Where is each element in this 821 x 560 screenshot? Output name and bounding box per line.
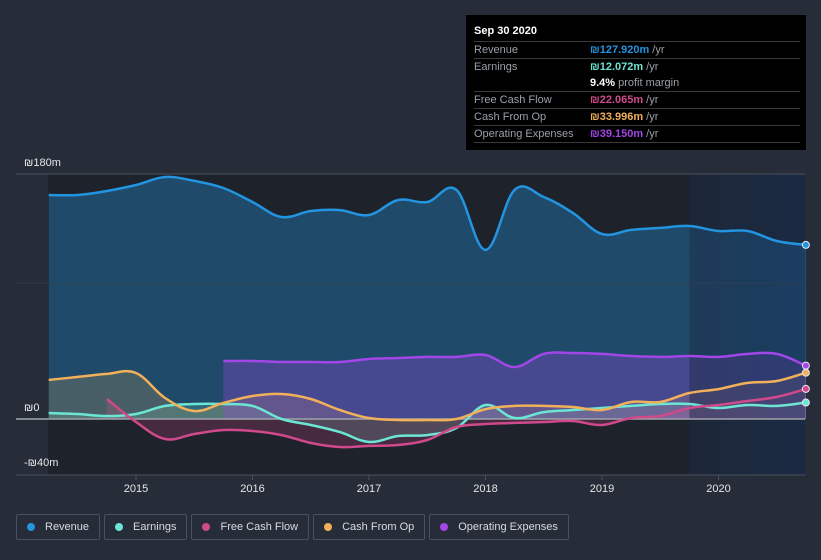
tooltip-row-earnings: Earnings ₪12.072m/yr	[474, 59, 800, 75]
legend-label: Revenue	[45, 521, 90, 533]
tooltip-label: Free Cash Flow	[474, 94, 552, 106]
legend: Revenue Earnings Free Cash Flow Cash Fro…	[16, 514, 569, 540]
endpoint-cash-from-op[interactable]	[801, 368, 810, 377]
legend-dot-icon	[324, 523, 333, 531]
legend-item-cash-from-op[interactable]: Cash From Op	[313, 514, 426, 540]
legend-dot-icon	[440, 523, 449, 531]
tooltip-unit: /yr	[646, 61, 659, 73]
tooltip-value: ₪12.072m	[590, 61, 644, 73]
legend-dot-icon	[115, 523, 124, 531]
tooltip-label: Cash From Op	[474, 111, 547, 123]
tooltip-unit: /yr	[652, 44, 665, 56]
tooltip-row-fcf: Free Cash Flow ₪22.065m/yr	[474, 92, 800, 109]
tooltip-label: Earnings	[474, 61, 518, 73]
x-tick-label: 2016	[240, 483, 264, 495]
x-axis-ticks: 2015 2016 2017 2018 2019 2020	[124, 475, 731, 495]
tooltip-unit: /yr	[646, 94, 659, 106]
legend-label: Cash From Op	[342, 521, 415, 533]
tooltip-label: Operating Expenses	[474, 128, 574, 140]
tooltip-row-opex: Operating Expenses ₪39.150m/yr	[474, 126, 800, 143]
legend-dot-icon	[202, 523, 211, 531]
tooltip-value: 9.4%	[590, 77, 616, 89]
tooltip-unit: profit margin	[618, 77, 680, 89]
tooltip-value: ₪127.920m	[590, 44, 650, 56]
legend-label: Free Cash Flow	[220, 521, 299, 533]
legend-label: Operating Expenses	[458, 521, 558, 533]
endpoint-free-cash-flow[interactable]	[801, 384, 810, 393]
x-tick-label: 2019	[590, 483, 614, 495]
x-tick-label: 2015	[124, 483, 148, 495]
tooltip-row-cfo: Cash From Op ₪33.996m/yr	[474, 109, 800, 126]
legend-dot-icon	[27, 523, 35, 531]
highlight-region	[689, 174, 805, 475]
x-tick-label: 2017	[357, 483, 381, 495]
tooltip-unit: /yr	[646, 111, 659, 123]
legend-item-operating-expenses[interactable]: Operating Expenses	[429, 514, 569, 540]
tooltip-label: Revenue	[474, 44, 519, 56]
endpoint-earnings[interactable]	[801, 398, 810, 407]
tooltip-title: Sep 30 2020	[474, 23, 800, 42]
tooltip-label	[474, 75, 590, 91]
tooltip-unit: /yr	[646, 128, 659, 140]
legend-item-free-cash-flow[interactable]: Free Cash Flow	[191, 514, 310, 540]
tooltip-row-revenue: Revenue ₪127.920m/yr	[474, 42, 800, 59]
legend-label: Earnings	[133, 521, 177, 533]
legend-item-revenue[interactable]: Revenue	[16, 514, 101, 540]
tooltip-value: ₪39.150m	[590, 128, 644, 140]
tooltip: Sep 30 2020 Revenue ₪127.920m/yr Earning…	[466, 15, 806, 150]
y-tick-label-0: ₪0	[24, 402, 39, 414]
y-tick-label-180: ₪180m	[24, 157, 61, 169]
endpoint-revenue[interactable]	[801, 240, 810, 249]
tooltip-value: ₪22.065m	[590, 94, 644, 106]
legend-item-earnings[interactable]: Earnings	[104, 514, 188, 540]
y-tick-label-neg40: -₪40m	[24, 457, 58, 469]
tooltip-value: ₪33.996m	[590, 111, 644, 123]
endpoint-operating-expenses[interactable]	[801, 361, 810, 370]
x-tick-label: 2018	[473, 483, 497, 495]
x-tick-label: 2020	[706, 483, 730, 495]
tooltip-row-profit-margin: 9.4% profit margin	[474, 75, 800, 92]
